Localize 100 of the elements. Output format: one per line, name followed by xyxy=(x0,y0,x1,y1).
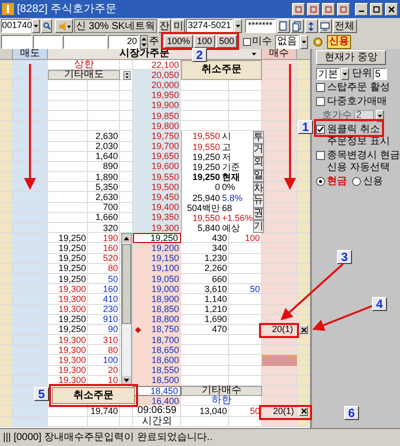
margin-option-dropdown[interactable]: 없음 xyxy=(275,34,300,48)
annotation-number: 6 xyxy=(344,406,359,420)
other-sell-header: 기타매도 xyxy=(48,70,120,80)
info-tab[interactable]: 일 xyxy=(252,170,264,182)
trade-quantity-cell-text: 90 xyxy=(106,324,119,336)
spinner-icon[interactable] xyxy=(140,34,148,48)
price-cell: 19,750 xyxy=(133,131,181,142)
input-field[interactable] xyxy=(63,34,107,48)
quantity-cell-text: 1,640 xyxy=(94,152,119,162)
quantity-cell-text: 470 xyxy=(210,324,228,336)
speaker-button[interactable] xyxy=(55,19,73,33)
quantity-field[interactable]: 20 xyxy=(108,34,139,48)
price-cell: 19,650 xyxy=(133,152,181,162)
quantity-cell-text: 890 xyxy=(102,162,119,172)
info-tab[interactable]: 거 xyxy=(252,144,264,157)
radio-button[interactable] xyxy=(352,177,361,186)
dropdown-button[interactable] xyxy=(32,19,40,33)
price-cell: 19,600 xyxy=(133,162,181,172)
quantity-cell-text: 100 xyxy=(244,233,261,244)
quantity-cell-text: 2,260 xyxy=(203,264,228,274)
toolbar-button[interactable] xyxy=(276,19,290,33)
unfilled-button[interactable]: 미 xyxy=(172,19,185,33)
unit-field[interactable]: 5 xyxy=(373,68,387,80)
toolbar-button[interactable] xyxy=(304,19,318,33)
input-field[interactable] xyxy=(1,34,32,48)
info-value: 19,550 xyxy=(191,131,220,142)
input-field[interactable] xyxy=(33,34,62,48)
price-cell: 19,500 xyxy=(133,182,181,192)
cancel-order-x-button[interactable] xyxy=(299,325,308,334)
checkbox[interactable] xyxy=(243,38,252,46)
title-toolbar-button[interactable] xyxy=(292,2,305,16)
price-cell: 19,900 xyxy=(133,100,181,111)
info-value: 19,250 xyxy=(191,172,220,182)
price-cell: 19,000 xyxy=(133,284,181,294)
mode-dropdown[interactable]: 기본 xyxy=(316,68,340,80)
checkbox[interactable] xyxy=(316,125,325,134)
trade-price-cell-text: 19,250 xyxy=(57,233,87,244)
close-icon xyxy=(300,326,306,333)
quantity-cell-text: 2,630 xyxy=(94,192,119,203)
title-toolbar-button[interactable] xyxy=(322,2,335,16)
caret-icon xyxy=(33,23,39,29)
close-button[interactable] xyxy=(385,2,398,16)
checkbox[interactable] xyxy=(316,151,325,160)
spinner-icon[interactable] xyxy=(122,70,130,80)
trade-quantity-cell-text: 310 xyxy=(102,335,119,346)
trade-quantity-cell-text: 230 xyxy=(102,304,119,315)
trade-price-cell-text: 19,740 xyxy=(89,406,119,417)
maximize-button[interactable] xyxy=(370,2,383,16)
title-toolbar-button[interactable] xyxy=(307,2,320,16)
trade-price-cell-text: 19,250 xyxy=(57,243,87,254)
trade-quantity-cell-text: 10 xyxy=(106,376,119,386)
dropdown-button[interactable] xyxy=(300,34,308,48)
close-icon xyxy=(388,6,395,12)
scrollbar-thumb[interactable] xyxy=(122,244,131,324)
trade-quantity-cell-text: 160 xyxy=(102,284,119,294)
dropdown-button[interactable] xyxy=(234,19,242,33)
stock-code-field[interactable]: 001740 xyxy=(1,19,31,33)
info-tab[interactable]: 기 xyxy=(252,220,264,234)
info-value: 5,840 xyxy=(196,223,220,234)
trade-price-cell-text: 19,250 xyxy=(57,324,87,336)
scrollbar[interactable] xyxy=(121,233,132,386)
stock-name-field: 신 30% SK네트웍 xyxy=(74,19,157,33)
title-toolbar-button[interactable] xyxy=(337,2,350,16)
search-button[interactable] xyxy=(41,19,52,33)
credit-button[interactable]: 신용 xyxy=(327,34,352,48)
balance-button[interactable]: 잔 xyxy=(158,19,171,33)
account-field[interactable]: 3274-5021 xyxy=(186,19,233,33)
price-cell: 19,250 xyxy=(133,233,181,244)
all-button[interactable]: 전체 xyxy=(332,19,356,33)
quick-quantity-button[interactable]: 100% xyxy=(164,35,194,48)
center-price-button[interactable]: 현재가 중앙 xyxy=(316,50,386,65)
info-tab[interactable]: 권 xyxy=(252,208,264,220)
highlight-box xyxy=(259,323,299,338)
info-tab[interactable]: 외 xyxy=(252,156,264,170)
quantity-cell-text: 320 xyxy=(102,223,119,234)
option-note: 신용 자동선택 xyxy=(326,162,391,174)
checkbox[interactable] xyxy=(316,83,325,92)
caret-icon xyxy=(377,112,383,118)
info-tab[interactable]: 뉴 xyxy=(252,194,264,208)
trade-quantity-cell-text: 160 xyxy=(102,243,119,254)
toolbar-button[interactable] xyxy=(290,19,304,33)
password-field[interactable]: ******* xyxy=(244,19,276,33)
trade-price-cell-text: 19,250 xyxy=(57,274,87,284)
toolbar-button[interactable] xyxy=(318,19,332,33)
checkbox[interactable] xyxy=(316,97,325,106)
trade-quantity-cell-text: 80 xyxy=(106,345,119,356)
quick-quantity-button[interactable]: 500 xyxy=(216,35,238,48)
info-tab[interactable]: 차 xyxy=(252,182,264,195)
trade-price-cell-text: 19,250 xyxy=(57,254,87,264)
info-tag: 5.8% xyxy=(220,192,243,203)
info-tab[interactable]: 투 xyxy=(252,131,264,144)
quick-quantity-button[interactable]: 100 xyxy=(194,35,216,48)
minimize-button[interactable] xyxy=(355,2,368,16)
price-cell: 18,700 xyxy=(133,335,181,346)
trade-price-cell-text: 19,250 xyxy=(57,264,87,274)
dropdown-button[interactable] xyxy=(341,68,349,80)
cancel-order-button[interactable]: 취소주문 xyxy=(52,387,135,404)
cancel-order-button[interactable]: 취소주문 xyxy=(181,60,262,80)
radio-button[interactable] xyxy=(316,177,325,186)
scroll-up-icon[interactable] xyxy=(122,234,131,244)
